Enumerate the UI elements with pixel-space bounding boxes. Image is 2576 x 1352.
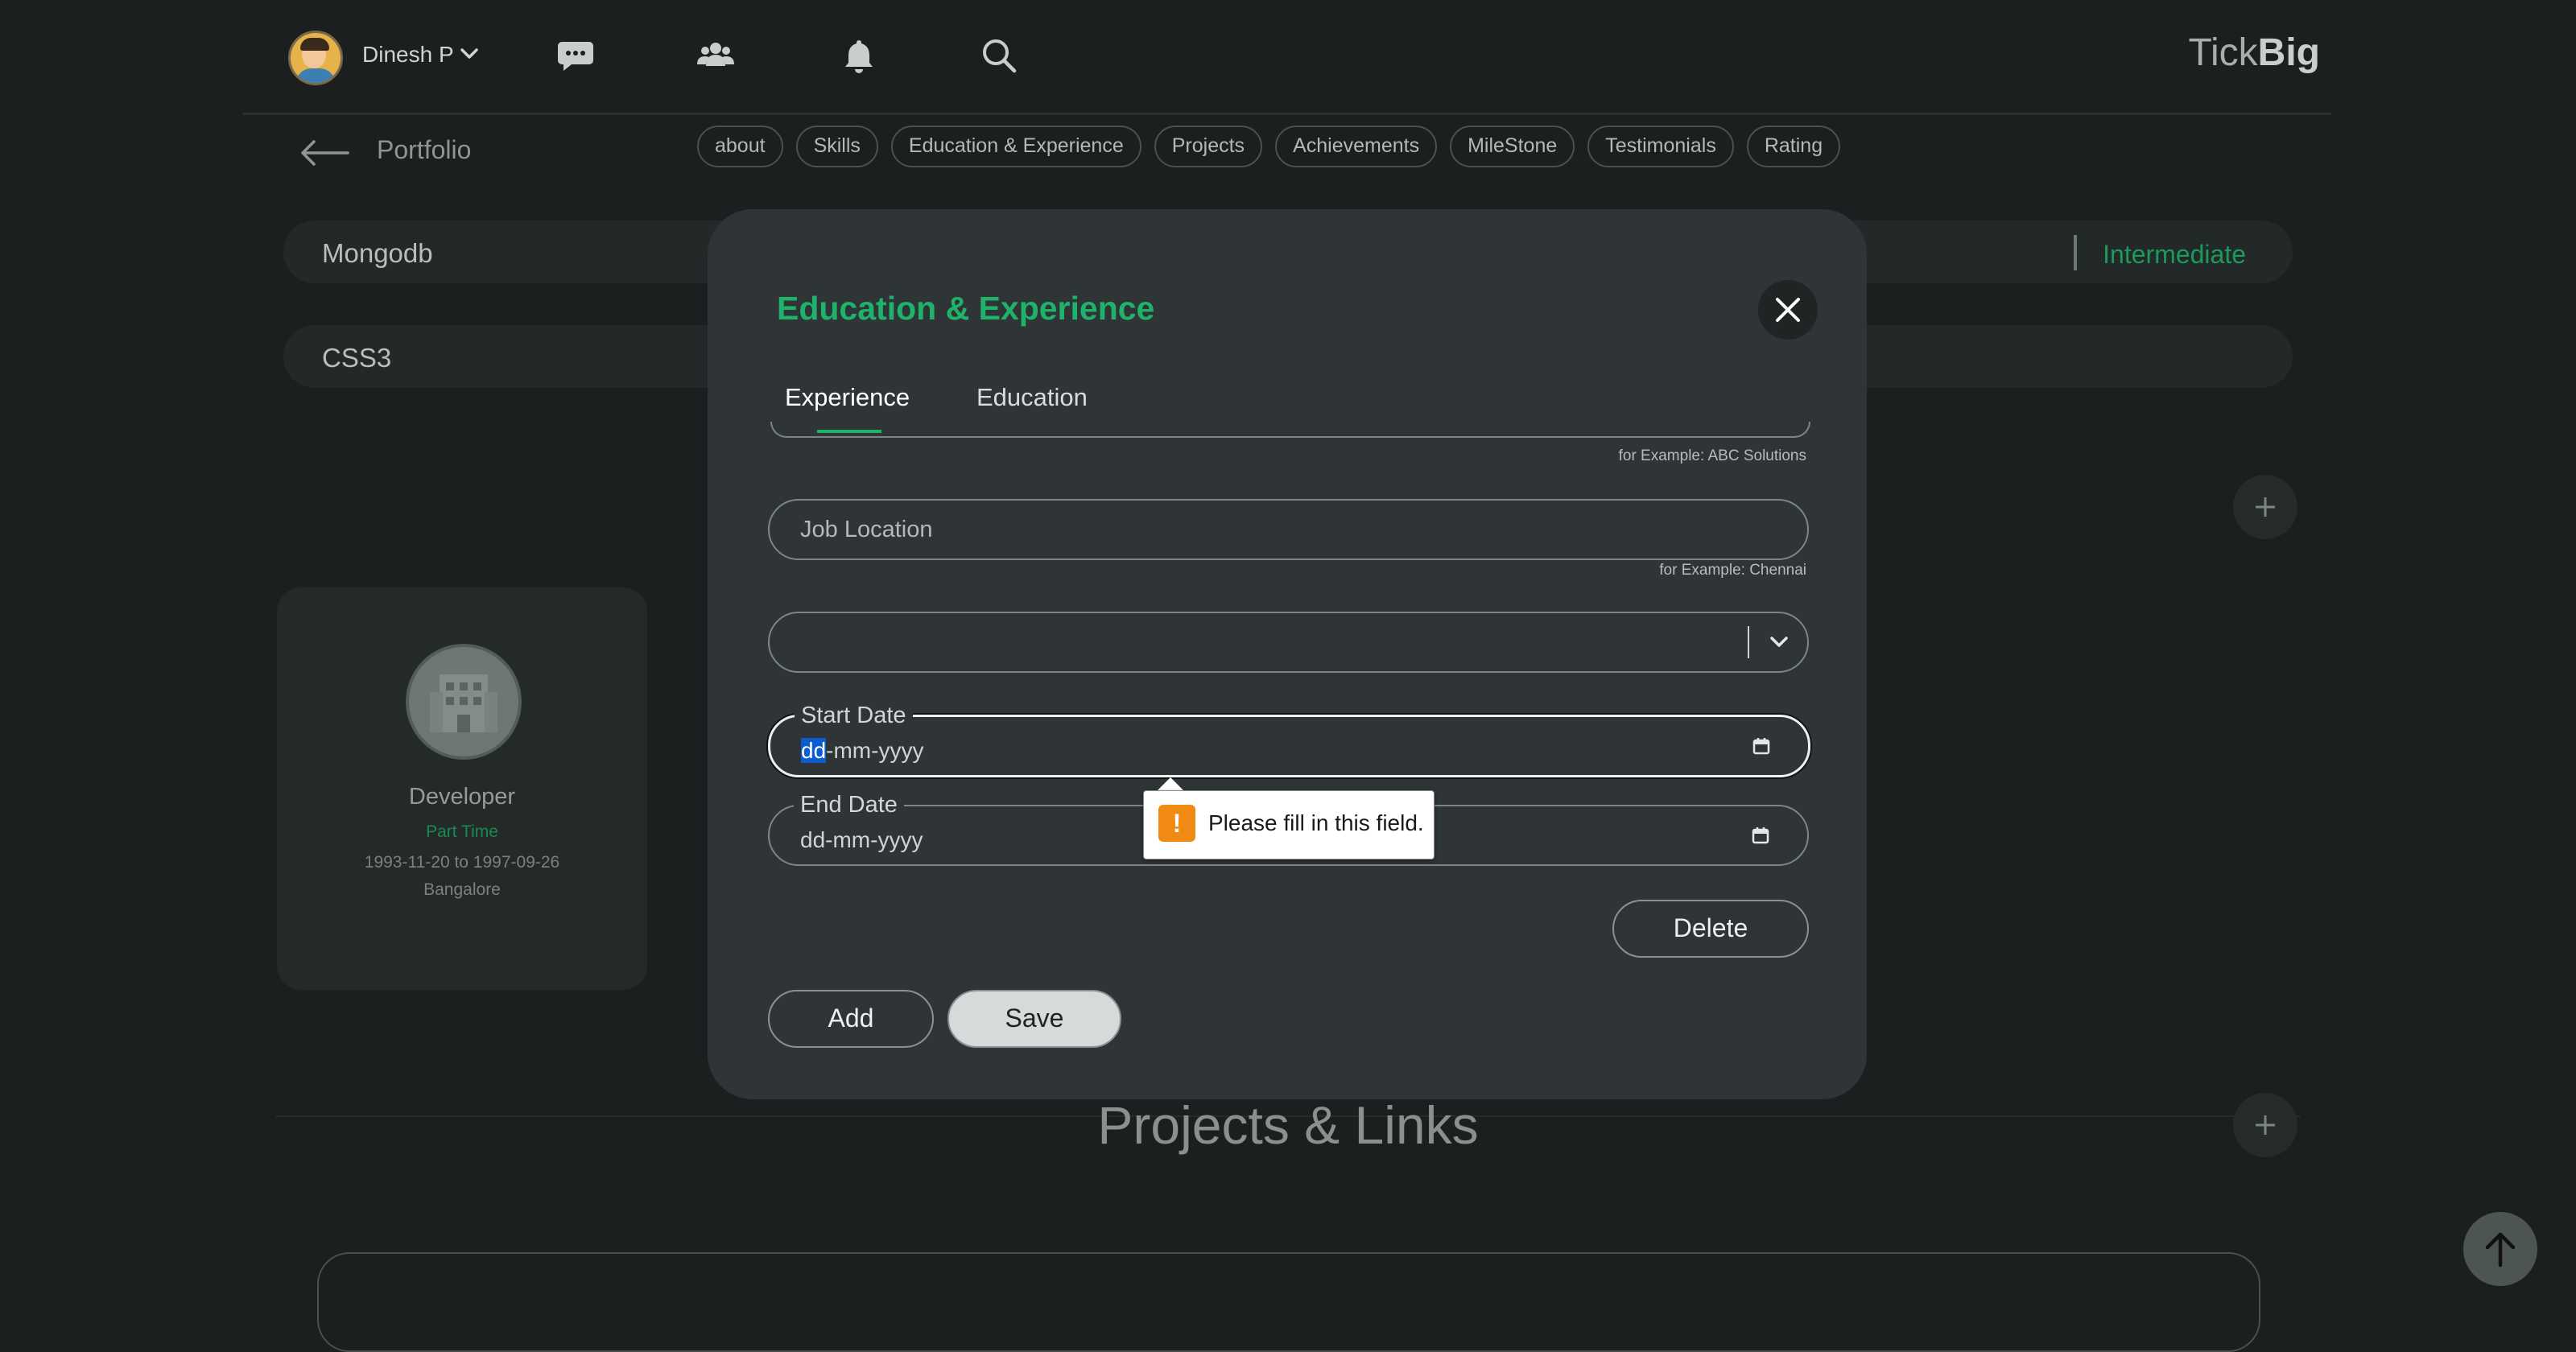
day-segment[interactable]: dd xyxy=(801,738,827,763)
chip-projects[interactable]: Projects xyxy=(1154,126,1263,167)
end-date-value[interactable]: dd-mm-yyyy xyxy=(800,827,923,853)
back-arrow-icon[interactable] xyxy=(299,137,351,169)
start-date-input[interactable]: Start Date dd-mm-yyyy xyxy=(768,703,1810,777)
section-title: Projects & Links xyxy=(1097,1095,1479,1155)
skill-name: CSS3 xyxy=(322,343,392,373)
end-date-label: End Date xyxy=(794,792,904,818)
education-experience-modal: Education & Experience Experience Educat… xyxy=(708,209,1867,1099)
select-separator xyxy=(1748,626,1749,658)
section-chips: about Skills Education & Experience Proj… xyxy=(697,126,1841,167)
chip-achievements[interactable]: Achievements xyxy=(1275,126,1438,167)
chip-milestone[interactable]: MileStone xyxy=(1450,126,1575,167)
chip-rating[interactable]: Rating xyxy=(1746,126,1841,167)
add-experience-button[interactable] xyxy=(2233,475,2297,539)
close-button[interactable] xyxy=(1758,280,1818,340)
validation-tooltip: ! Please fill in this field. xyxy=(1143,790,1435,859)
employment-type-select[interactable] xyxy=(768,612,1809,673)
start-date-label: Start Date xyxy=(795,703,913,729)
tab-education[interactable]: Education xyxy=(976,383,1088,412)
delete-button[interactable]: Delete xyxy=(1612,900,1809,958)
add-button[interactable]: Add xyxy=(768,990,934,1048)
modal-title: Education & Experience xyxy=(777,290,1155,327)
tab-experience[interactable]: Experience xyxy=(785,383,910,412)
tooltip-message: Please fill in this field. xyxy=(1208,810,1424,835)
building-icon xyxy=(406,644,522,760)
company-helper-text: for Example: ABC Solutions xyxy=(1618,447,1806,464)
experience-card[interactable]: Developer Part Time 1993-11-20 to 1997-0… xyxy=(277,587,647,990)
divider xyxy=(2074,235,2077,270)
skill-name: Mongodb xyxy=(322,238,433,268)
scroll-to-top-button[interactable] xyxy=(2463,1212,2537,1286)
chip-testimonials[interactable]: Testimonials xyxy=(1587,126,1734,167)
user-name[interactable]: Dinesh P xyxy=(362,42,454,68)
job-location-placeholder: Job Location xyxy=(800,517,933,542)
start-date-value[interactable]: dd-mm-yyyy xyxy=(801,738,923,764)
user-avatar[interactable] xyxy=(288,31,343,85)
card-dates: 1993-11-20 to 1997-09-26 xyxy=(364,853,560,872)
chevron-down-icon[interactable] xyxy=(457,42,481,66)
skill-level: Intermediate xyxy=(2103,240,2246,269)
warning-icon: ! xyxy=(1158,805,1195,842)
date-format-rest: -mm-yyyy xyxy=(826,738,924,763)
close-icon xyxy=(1776,298,1800,322)
calendar-icon[interactable] xyxy=(1751,826,1770,845)
card-employment-type: Part Time xyxy=(426,822,498,841)
card-location: Bangalore xyxy=(423,880,501,899)
job-location-input[interactable]: Job Location xyxy=(768,499,1809,560)
arrow-up-icon xyxy=(2485,1232,2516,1268)
company-field[interactable] xyxy=(770,422,1810,438)
brand-logo[interactable]: TickBig xyxy=(2188,31,2320,75)
plus-icon xyxy=(2256,1115,2275,1135)
people-icon[interactable] xyxy=(696,35,736,76)
bell-icon[interactable] xyxy=(839,35,879,76)
card-role: Developer xyxy=(408,784,516,810)
search-icon[interactable] xyxy=(979,35,1019,76)
add-project-button[interactable] xyxy=(2233,1093,2297,1157)
chevron-down-icon[interactable] xyxy=(1769,633,1790,652)
calendar-icon[interactable] xyxy=(1752,736,1771,756)
job-location-helper-text: for Example: Chennai xyxy=(1659,562,1806,579)
chat-icon[interactable] xyxy=(555,35,596,76)
projects-container xyxy=(317,1252,2260,1352)
chip-about[interactable]: about xyxy=(697,126,783,167)
top-navbar: Dinesh P TickBig xyxy=(243,0,2331,115)
save-button[interactable]: Save xyxy=(947,990,1121,1048)
chip-skills[interactable]: Skills xyxy=(795,126,878,167)
page-title: Portfolio xyxy=(377,135,472,164)
chip-education-experience[interactable]: Education & Experience xyxy=(890,126,1141,167)
plus-icon xyxy=(2256,497,2275,517)
